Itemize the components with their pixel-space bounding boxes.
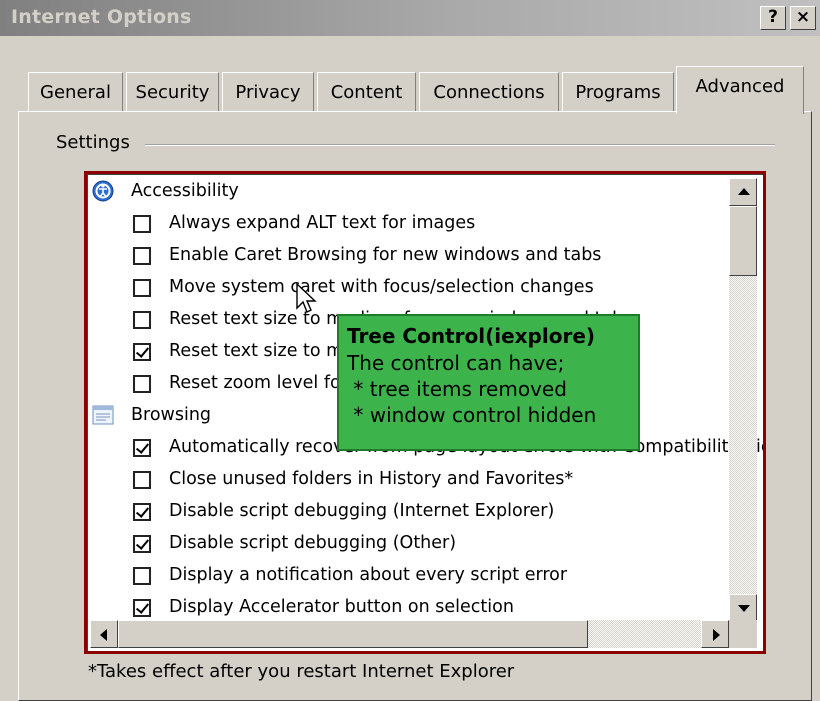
tooltip-line: * window control hidden: [347, 403, 597, 427]
checkbox-checked[interactable]: [133, 599, 151, 617]
mouse-cursor-icon: [296, 283, 317, 313]
tree-item-label: Close unused folders in History and Favo…: [169, 469, 574, 489]
arrow-down-icon: [738, 605, 750, 612]
tab-connections[interactable]: Connections: [419, 72, 559, 112]
arrow-up-icon: [738, 188, 750, 195]
restart-footnote: *Takes effect after you restart Internet…: [88, 661, 515, 682]
tree-item-label: Display a notification about every scrip…: [169, 565, 568, 585]
tooltip-line: The control can have;: [347, 351, 565, 375]
browsing-icon: [92, 405, 114, 425]
tree-item[interactable]: Disable script debugging (Internet Explo…: [87, 496, 737, 528]
arrow-right-icon: [713, 629, 720, 641]
tree-item-label: Disable script debugging (Internet Explo…: [169, 501, 555, 521]
scroll-thumb[interactable]: [729, 206, 757, 276]
tree-item[interactable]: Disable script debugging (Other): [87, 528, 737, 560]
close-button[interactable]: ×: [790, 6, 816, 30]
tree-item-label: Display Accelerator button on selection: [169, 597, 514, 617]
settings-group-label: Settings: [56, 132, 136, 153]
window-title: Internet Options: [11, 6, 192, 28]
tree-item[interactable]: Always expand ALT text for images: [87, 208, 737, 240]
arrow-left-icon: [100, 629, 107, 641]
checkbox-checked[interactable]: [133, 503, 151, 521]
tab-programs[interactable]: Programs: [562, 72, 674, 112]
checkbox[interactable]: [133, 279, 151, 297]
checkbox[interactable]: [133, 567, 151, 585]
tree-item[interactable]: Move system caret with focus/selection c…: [87, 272, 737, 304]
settings-group-divider: [145, 144, 775, 146]
checkbox[interactable]: [133, 471, 151, 489]
vertical-scrollbar[interactable]: [729, 178, 757, 622]
tree-item[interactable]: Close unused folders in History and Favo…: [87, 464, 737, 496]
tab-general[interactable]: General: [28, 72, 123, 112]
tooltip-title: Tree Control(iexplore): [347, 324, 596, 348]
tab-privacy[interactable]: Privacy: [222, 72, 314, 112]
checkbox-checked[interactable]: [133, 343, 151, 361]
tree-item[interactable]: Display a notification about every scrip…: [87, 560, 737, 592]
help-button[interactable]: ?: [760, 6, 786, 30]
tree-category-label: Browsing: [131, 405, 212, 425]
horizontal-scrollbar[interactable]: [90, 620, 729, 648]
tree-item-label: Enable Caret Browsing for new windows an…: [169, 245, 602, 265]
tree-item-label: Always expand ALT text for images: [169, 213, 476, 233]
scroll-right-button[interactable]: [701, 620, 729, 648]
tooltip-line: * tree items removed: [347, 377, 567, 401]
tab-content[interactable]: Content: [317, 72, 416, 112]
tree-item-label: Move system caret with focus/selection c…: [169, 277, 594, 297]
checkbox[interactable]: [133, 311, 151, 329]
tab-advanced[interactable]: Advanced: [676, 66, 804, 114]
scrollbar-corner: [729, 620, 757, 648]
checkbox[interactable]: [133, 247, 151, 265]
tree-item-label: Disable script debugging (Other): [169, 533, 457, 553]
checkbox-checked[interactable]: [133, 439, 151, 457]
checkbox[interactable]: [133, 375, 151, 393]
tree-item[interactable]: Enable Caret Browsing for new windows an…: [87, 240, 737, 272]
tree-category-label: Accessibility: [131, 181, 239, 201]
horizontal-scroll-thumb[interactable]: [118, 620, 588, 648]
accessibility-icon: [92, 180, 114, 202]
scroll-up-button[interactable]: [729, 178, 757, 206]
scroll-down-button[interactable]: [729, 594, 757, 622]
tree-control-tooltip: Tree Control(iexplore) The control can h…: [337, 314, 640, 451]
tab-security[interactable]: Security: [126, 72, 219, 112]
scroll-left-button[interactable]: [90, 620, 118, 648]
tree-category-accessibility[interactable]: Accessibility: [87, 176, 737, 208]
checkbox[interactable]: [133, 215, 151, 233]
title-bar: Internet Options ? ×: [0, 0, 820, 36]
checkbox-checked[interactable]: [133, 535, 151, 553]
